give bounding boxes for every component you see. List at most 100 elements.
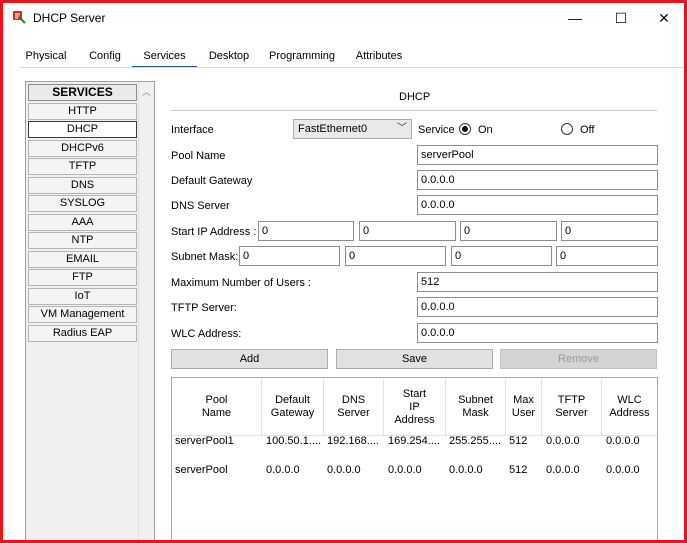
tab-desktop[interactable]: Desktop <box>206 46 252 68</box>
table-cell: serverPool1 <box>175 435 234 447</box>
table-cell: 512 <box>509 435 528 447</box>
max-users-field[interactable]: 512 <box>417 272 658 292</box>
title-bar: DHCP Server — ☐ ✕ <box>3 3 684 33</box>
header-text: Gateway <box>270 407 315 419</box>
wlc-address-field[interactable]: 0.0.0.0 <box>417 323 658 343</box>
service-item-dhcp[interactable]: DHCP <box>28 121 137 138</box>
chevron-down-icon: ﹀ <box>397 123 407 134</box>
column-header-subnet-mask[interactable]: Subnet Mask <box>446 379 506 435</box>
close-button[interactable]: ✕ <box>641 3 684 33</box>
services-list: SERVICES HTTP DHCP DHCPv6 TFTP DNS SYSLO… <box>28 84 137 343</box>
tab-programming[interactable]: Programming <box>268 46 336 68</box>
scroll-up-icon[interactable]: ︿ <box>142 85 151 98</box>
header-text: Start <box>402 387 427 400</box>
maximize-icon: ☐ <box>614 9 628 26</box>
table-cell: serverPool <box>175 464 228 476</box>
service-off-label: Off <box>580 124 595 136</box>
services-panel: SERVICES HTTP DHCP DHCPv6 TFTP DNS SYSLO… <box>25 81 155 540</box>
interface-label: Interface <box>171 124 214 136</box>
add-button[interactable]: Add <box>171 349 328 369</box>
pool-name-field[interactable]: serverPool <box>417 145 658 165</box>
wlc-address-label: WLC Address: <box>171 328 242 340</box>
header-text: Address <box>609 407 650 419</box>
table-cell: 0.0.0.0 <box>388 464 422 476</box>
start-ip-octet-1[interactable]: 0 <box>258 221 354 241</box>
tab-config[interactable]: Config <box>87 46 123 68</box>
header-text: DNS <box>341 394 366 406</box>
service-item-http[interactable]: HTTP <box>28 102 137 120</box>
table-cell: 0.0.0.0 <box>327 464 361 476</box>
tab-services[interactable]: Services <box>132 46 197 68</box>
table-cell: 0.0.0.0 <box>266 464 300 476</box>
subnet-mask-octet-1[interactable]: 0 <box>239 246 340 266</box>
start-ip-octet-3[interactable]: 0 <box>460 221 557 241</box>
header-text: Server <box>337 407 370 419</box>
service-item-ftp[interactable]: FTP <box>28 269 137 286</box>
subnet-mask-octet-3[interactable]: 0 <box>451 246 552 266</box>
column-header-default-gateway[interactable]: Default Gateway <box>262 379 324 435</box>
save-button[interactable]: Save <box>336 349 493 369</box>
table-cell: 0.0.0.0 <box>546 464 580 476</box>
subnet-mask-octet-2[interactable]: 0 <box>345 246 446 266</box>
service-item-aaa[interactable]: AAA <box>28 213 137 231</box>
window-title: DHCP Server <box>33 11 106 25</box>
service-item-vm-management[interactable]: VM Management <box>28 306 137 323</box>
interface-value: FastEthernet0 <box>298 123 368 135</box>
default-gateway-field[interactable]: 0.0.0.0 <box>417 170 658 190</box>
remove-button[interactable]: Remove <box>500 349 657 369</box>
tftp-server-field[interactable]: 0.0.0.0 <box>417 297 658 317</box>
service-item-dns[interactable]: DNS <box>28 176 137 194</box>
service-label: Service <box>418 124 455 136</box>
header-text: Address <box>394 413 435 426</box>
tftp-server-label: TFTP Server: <box>171 302 237 314</box>
column-header-pool-name[interactable]: Pool Name <box>172 379 262 435</box>
tab-physical[interactable]: Physical <box>23 46 69 68</box>
service-item-syslog[interactable]: SYSLOG <box>28 195 137 212</box>
table-cell: 512 <box>509 464 528 476</box>
header-text: Subnet <box>458 394 493 406</box>
header-text: Default <box>275 394 310 406</box>
column-header-tftp-server[interactable]: TFTP Server <box>542 379 602 435</box>
minimize-button[interactable]: — <box>552 3 598 33</box>
column-header-max-user[interactable]: Max User <box>506 379 542 435</box>
table-cell: 0.0.0.0 <box>449 464 483 476</box>
tab-attributes[interactable]: Attributes <box>352 46 406 68</box>
service-item-iot[interactable]: IoT <box>28 287 137 305</box>
header-text: TFTP <box>557 394 586 406</box>
tab-bar: Physical Config Services Desktop Program… <box>3 46 684 68</box>
header-text: Pool <box>205 394 228 406</box>
service-on-radio[interactable] <box>459 123 471 135</box>
header-text: Server <box>555 407 588 419</box>
service-item-dhcpv6[interactable]: DHCPv6 <box>28 139 137 157</box>
column-header-start-ip-address[interactable]: Start IP Address <box>384 379 446 435</box>
header-text: Max <box>513 394 534 406</box>
section-title: DHCP <box>399 91 431 103</box>
start-ip-octet-4[interactable]: 0 <box>561 221 658 241</box>
max-users-label: Maximum Number of Users : <box>171 277 311 289</box>
services-scrollbar[interactable]: ︿ <box>138 82 154 540</box>
service-off-radio[interactable] <box>561 123 573 135</box>
table-cell: 0.0.0.0 <box>606 435 640 447</box>
table-cell: 0.0.0.0 <box>546 435 580 447</box>
maximize-button[interactable]: ☐ <box>598 3 644 33</box>
subnet-mask-octet-4[interactable]: 0 <box>556 246 658 266</box>
minimize-icon: — <box>568 10 582 26</box>
dns-server-field[interactable]: 0.0.0.0 <box>417 195 658 215</box>
column-header-dns-server[interactable]: DNS Server <box>324 379 384 435</box>
tab-divider <box>19 67 684 68</box>
interface-select[interactable]: FastEthernet0 ﹀ <box>293 119 412 139</box>
start-ip-octet-2[interactable]: 0 <box>359 221 456 241</box>
column-header-wlc-address[interactable]: WLC Address <box>602 379 657 435</box>
app-icon <box>13 11 26 24</box>
dns-server-label: DNS Server <box>171 200 230 212</box>
service-item-email[interactable]: EMAIL <box>28 250 137 268</box>
service-item-radius-eap[interactable]: Radius EAP <box>28 324 137 342</box>
header-text: Name <box>201 407 232 419</box>
table-cell: 169.254.... <box>388 435 440 447</box>
service-item-ntp[interactable]: NTP <box>28 232 137 249</box>
default-gateway-label: Default Gateway <box>171 175 253 187</box>
pool-name-label: Pool Name <box>171 150 226 162</box>
table-cell: 100.50.1.... <box>266 435 322 447</box>
header-text: IP <box>409 400 420 413</box>
service-item-tftp[interactable]: TFTP <box>28 158 137 175</box>
